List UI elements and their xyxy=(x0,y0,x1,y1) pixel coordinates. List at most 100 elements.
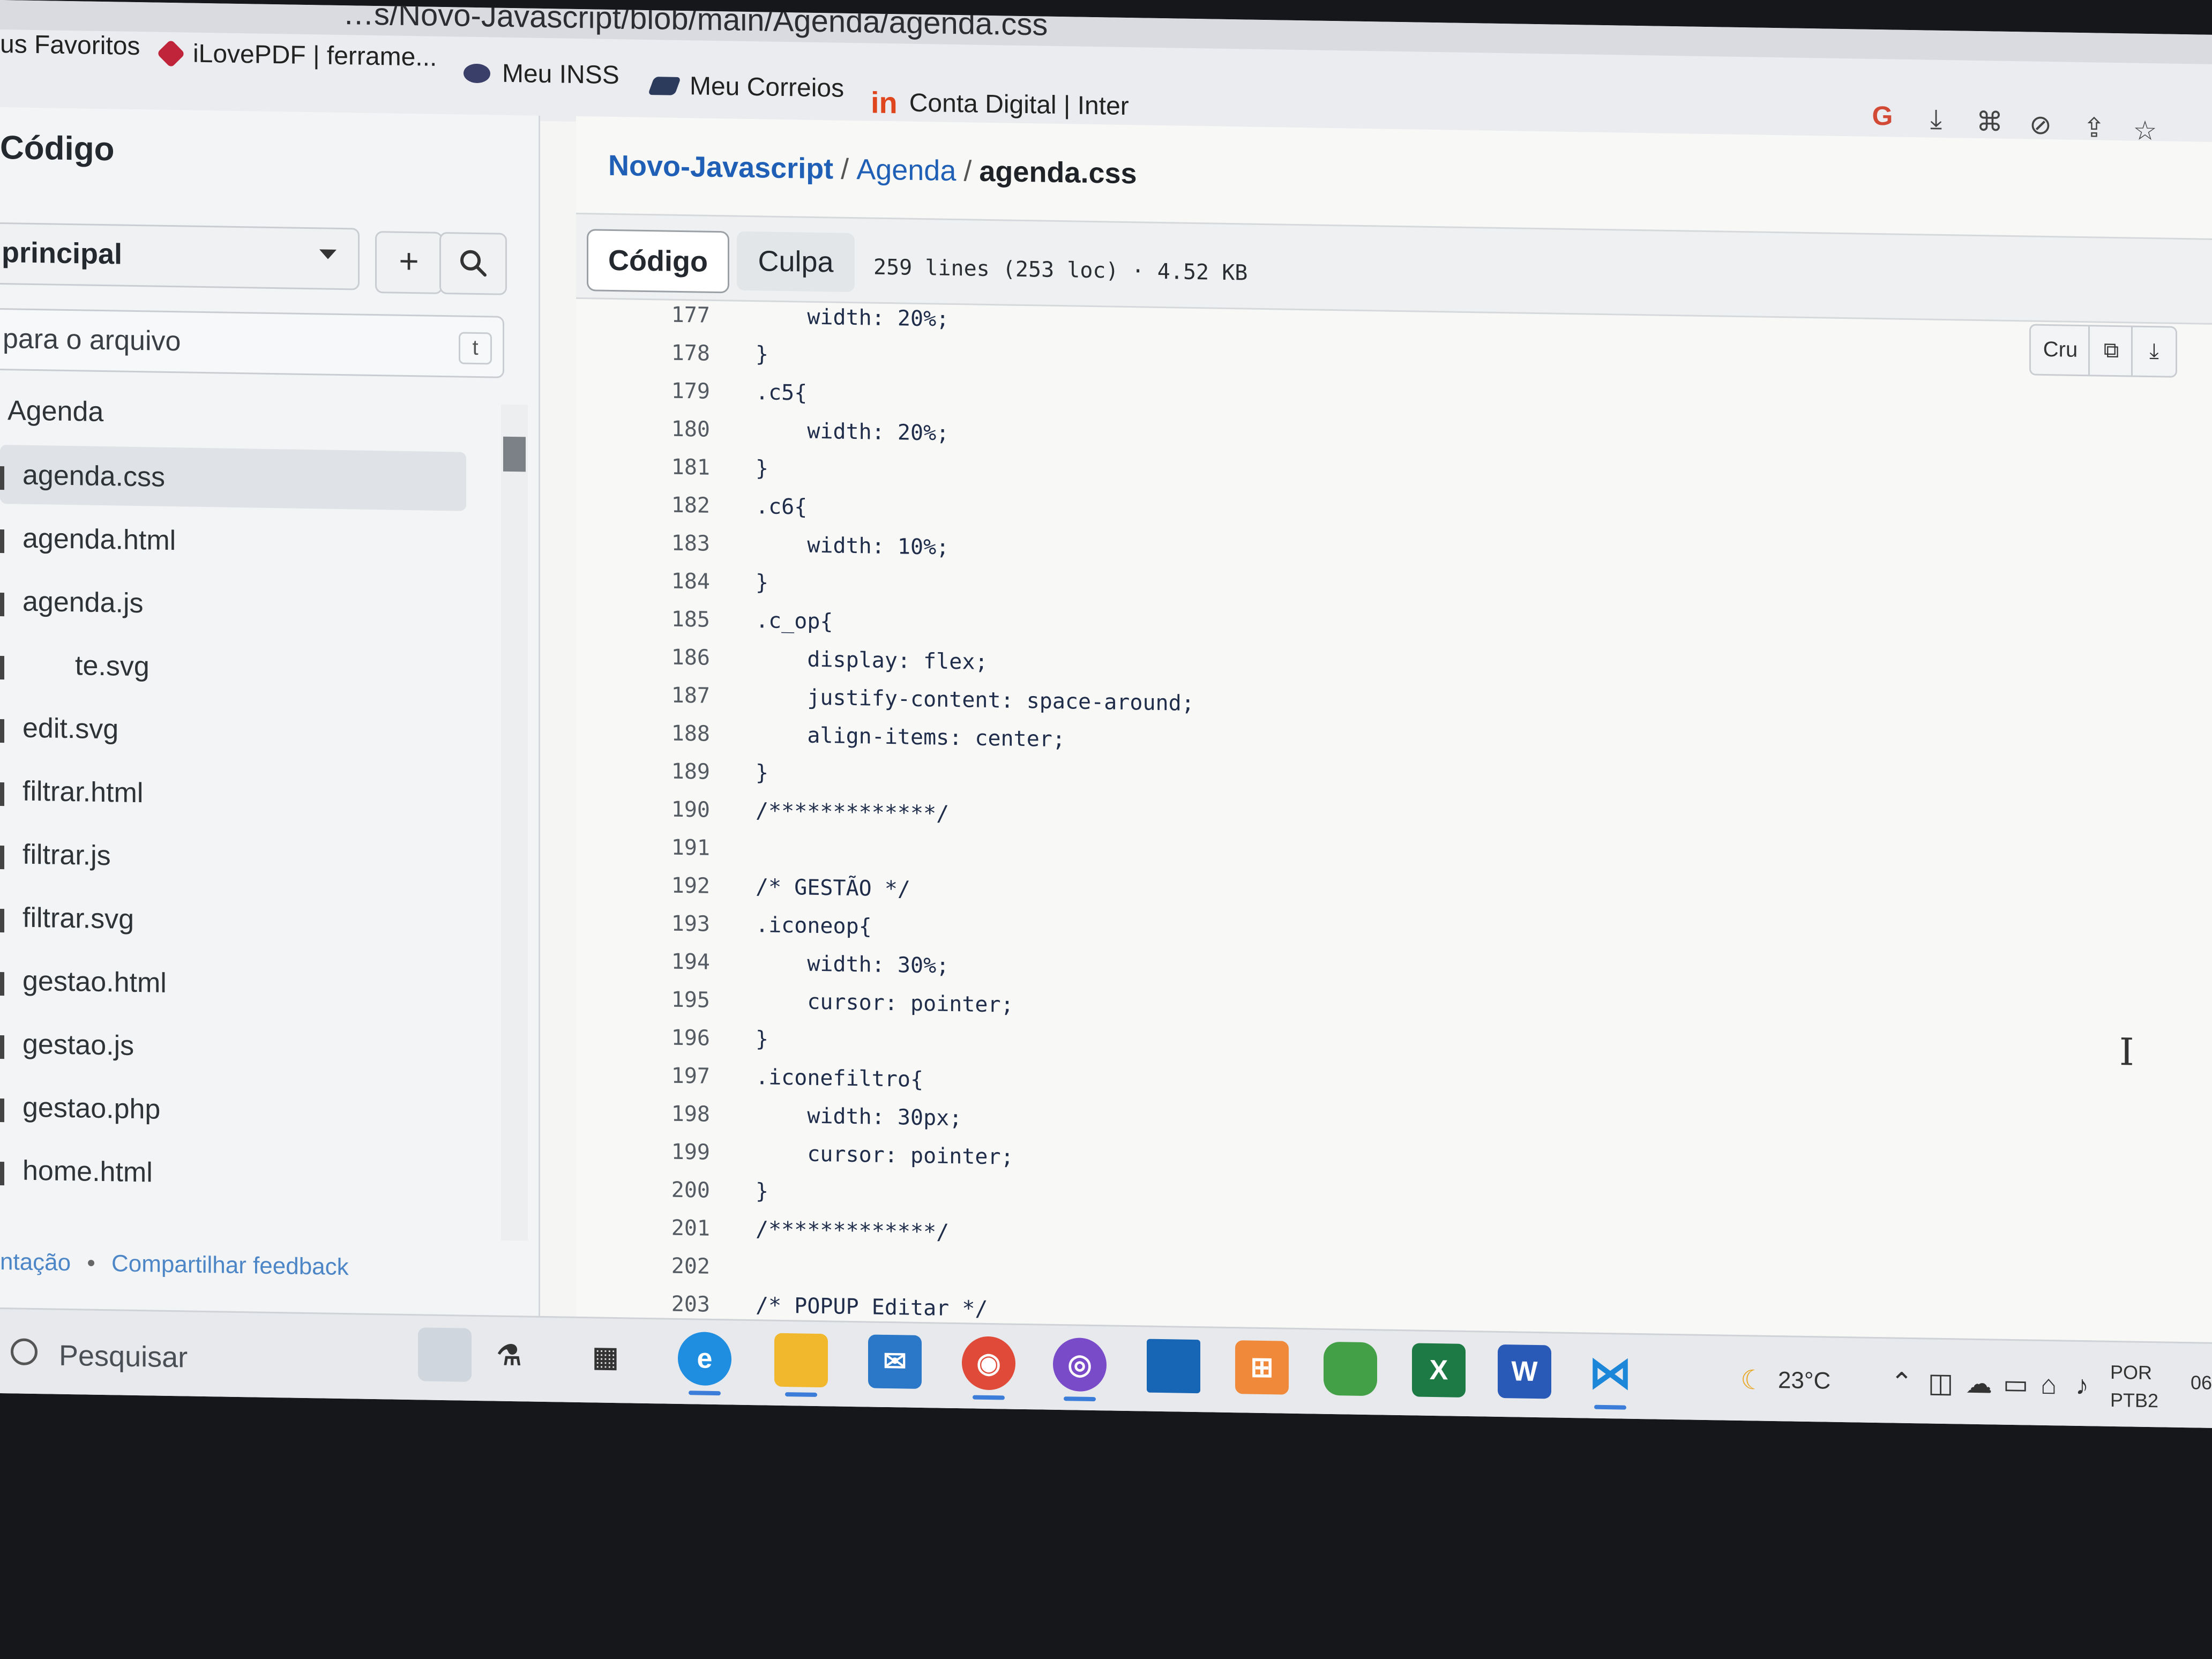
tree-file[interactable]: gestao.js xyxy=(0,1014,466,1080)
tree-file-agenda-css[interactable]: agenda.css xyxy=(0,445,466,511)
line-number[interactable]: 188 xyxy=(603,720,710,746)
breadcrumb-folder[interactable]: Agenda xyxy=(856,153,956,187)
line-content: .c5{ xyxy=(756,380,808,406)
tree-file[interactable]: filtrar.svg xyxy=(0,887,466,954)
install-icon[interactable]: ⤓ xyxy=(1921,103,1951,134)
chevron-up-icon[interactable]: ⌃ xyxy=(1890,1366,1913,1398)
line-number[interactable]: 197 xyxy=(603,1063,710,1089)
line-number[interactable]: 194 xyxy=(603,948,710,975)
line-number[interactable]: 178 xyxy=(603,340,710,366)
mail-icon[interactable]: ✉ xyxy=(868,1334,922,1389)
line-number[interactable]: 190 xyxy=(603,796,710,823)
line-number[interactable]: 189 xyxy=(603,758,710,784)
line-number[interactable]: 186 xyxy=(603,644,710,670)
download-button[interactable]: ⤓ xyxy=(2131,325,2177,378)
clock-partial[interactable]: 06 xyxy=(2191,1371,2212,1394)
edge-icon[interactable]: e xyxy=(678,1331,731,1396)
correios-icon xyxy=(647,76,682,95)
tree-file[interactable]: agenda.js xyxy=(0,571,466,638)
line-number[interactable]: 183 xyxy=(603,530,710,556)
line-content: } xyxy=(756,342,769,367)
share-feedback-link[interactable]: Compartilhar feedback xyxy=(111,1250,349,1280)
line-content: width: 10%; xyxy=(756,532,950,560)
google-icon[interactable]: G xyxy=(1867,101,1897,131)
line-number[interactable]: 201 xyxy=(603,1215,710,1241)
language-indicator[interactable]: POR PTB2 xyxy=(2110,1358,2158,1415)
bookmark-meu-correios[interactable]: Meu Correios xyxy=(647,71,844,103)
bookmark-conta-digital-inter[interactable]: in Conta Digital | Inter xyxy=(871,85,1129,124)
line-number[interactable]: 185 xyxy=(603,606,710,632)
line-number[interactable]: 187 xyxy=(603,682,710,708)
bookmark-ilovepdf[interactable]: iLovePDF | ferrame... xyxy=(156,39,437,72)
line-number[interactable]: 180 xyxy=(603,416,710,442)
science-lab-icon[interactable]: ⚗ xyxy=(482,1328,536,1383)
search-files-button[interactable] xyxy=(439,231,507,295)
tab-blame[interactable]: Culpa xyxy=(737,231,855,293)
file-explorer-icon[interactable] xyxy=(774,1333,828,1397)
share-icon[interactable]: ⇪ xyxy=(2079,113,2109,143)
tree-file[interactable]: home.html xyxy=(0,1140,466,1207)
line-number[interactable]: 196 xyxy=(603,1025,710,1051)
weather-temperature[interactable]: 23°C xyxy=(1778,1367,1830,1395)
tree-file[interactable]: gestao.php xyxy=(0,1077,466,1144)
running-indicator xyxy=(1064,1396,1096,1402)
breadcrumb-repo[interactable]: Novo-Javascript xyxy=(608,150,833,185)
network-icon[interactable]: ⌂ xyxy=(2041,1369,2057,1400)
excel-icon[interactable]: X xyxy=(1412,1343,1466,1398)
line-number[interactable]: 200 xyxy=(603,1177,710,1203)
line-number[interactable]: 192 xyxy=(603,872,710,899)
tree-scrollbar[interactable] xyxy=(501,404,528,1241)
tree-file[interactable]: edit.svg xyxy=(0,698,466,764)
word-icon[interactable]: W xyxy=(1498,1344,1551,1399)
line-content: width: 20%; xyxy=(756,418,950,446)
add-file-button[interactable]: + xyxy=(375,230,443,294)
tree-folder-agenda[interactable]: Agenda xyxy=(0,380,466,447)
line-number[interactable]: 182 xyxy=(603,492,710,518)
xampp-icon[interactable]: ⊞ xyxy=(1235,1340,1289,1395)
tree-file[interactable]: gestao.html xyxy=(0,951,466,1017)
line-number[interactable]: 203 xyxy=(603,1291,710,1317)
line-number[interactable]: 181 xyxy=(603,454,710,480)
chrome-icon[interactable]: ◉ xyxy=(962,1336,1015,1400)
line-number[interactable]: 179 xyxy=(603,378,710,404)
vscode-icon[interactable]: ⋈ xyxy=(1583,1346,1637,1410)
bookmark-favoritos[interactable]: us Favoritos xyxy=(0,29,140,61)
go-to-file-input[interactable]: para o arquivo t xyxy=(0,308,504,378)
line-number[interactable]: 199 xyxy=(603,1139,710,1165)
file-icon xyxy=(0,909,4,933)
branch-selector[interactable]: principal xyxy=(0,222,360,290)
tree-file[interactable]: agenda.html xyxy=(0,508,466,574)
scrollbar-thumb[interactable] xyxy=(503,436,526,472)
bookmark-meu-inss[interactable]: Meu INSS xyxy=(464,58,619,91)
line-number[interactable]: 198 xyxy=(603,1101,710,1127)
line-number[interactable]: 202 xyxy=(603,1253,710,1279)
github-desktop-icon[interactable]: ◎ xyxy=(1053,1337,1107,1402)
battery-icon[interactable]: ▭ xyxy=(2003,1369,2028,1400)
line-content: cursor: pointer; xyxy=(756,1141,1014,1170)
docs-link[interactable]: ntação xyxy=(0,1249,71,1276)
tree-file[interactable]: filtrar.js xyxy=(0,824,466,891)
translate-icon[interactable]: ⌘ xyxy=(1975,107,2005,137)
search-icon xyxy=(460,250,487,277)
cloud-icon[interactable]: ☁ xyxy=(1966,1368,1992,1400)
tab-code[interactable]: Código xyxy=(587,229,729,294)
eye-off-icon[interactable]: ⊘ xyxy=(2026,109,2056,140)
running-indicator xyxy=(689,1391,721,1396)
task-view-icon[interactable]: ▦ xyxy=(579,1330,632,1385)
volume-icon[interactable]: ♪ xyxy=(2075,1370,2089,1401)
file-label: edit.svg xyxy=(23,712,119,745)
tree-file[interactable]: te.svg xyxy=(0,634,466,701)
line-number[interactable]: 195 xyxy=(603,987,710,1013)
line-number[interactable]: 191 xyxy=(603,834,710,861)
tree-file[interactable]: filtrar.html xyxy=(0,761,466,827)
app-blue-icon[interactable] xyxy=(1147,1339,1200,1394)
taskbar-search[interactable]: Pesquisar xyxy=(5,1325,413,1391)
line-number[interactable]: 184 xyxy=(603,568,710,594)
line-number[interactable]: 193 xyxy=(603,910,710,937)
language-code: POR xyxy=(2110,1361,2153,1384)
search-highlight-icon[interactable] xyxy=(418,1327,472,1382)
file-icon xyxy=(0,1035,4,1059)
meet-icon[interactable]: ◫ xyxy=(1928,1367,1953,1399)
line-number[interactable]: 177 xyxy=(603,302,710,328)
app-green-icon[interactable] xyxy=(1324,1341,1377,1396)
